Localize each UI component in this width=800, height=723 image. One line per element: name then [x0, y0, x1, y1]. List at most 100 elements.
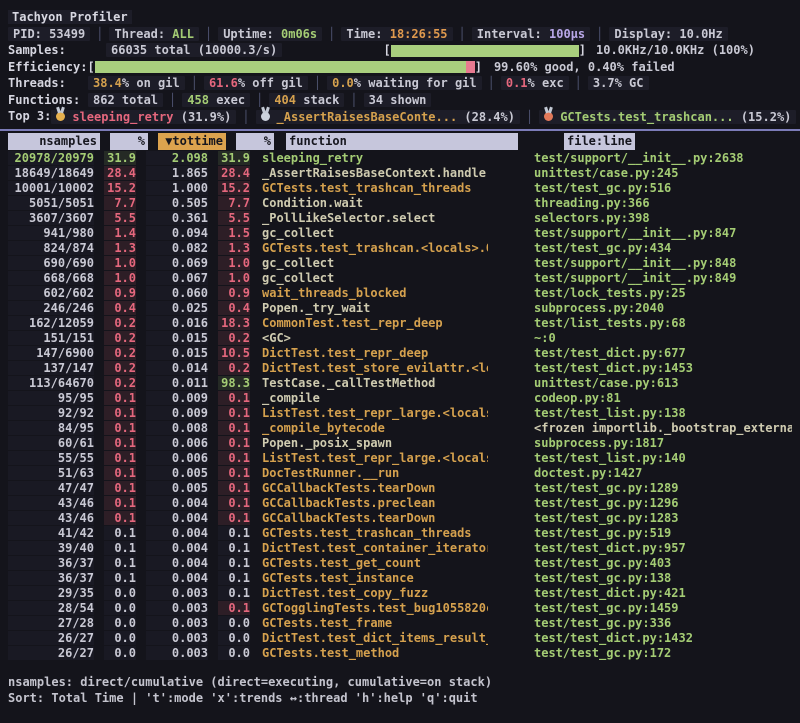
pct-cumulative-cell: 0.2 [218, 361, 250, 375]
table-row[interactable]: 602/6020.90.0600.9wait_threads_blockedte… [8, 286, 792, 301]
table-row[interactable]: 5051/50517.70.5057.7Condition.waitthread… [8, 196, 792, 211]
nsamples-cell: 55/55 [8, 451, 94, 465]
table-row[interactable]: 246/2460.40.0250.4Popen._try_waitsubproc… [8, 301, 792, 316]
nsamples-cell: 92/92 [8, 406, 94, 420]
tottime-cell: 0.006 [146, 436, 208, 450]
table-row[interactable]: 39/400.10.0040.1DictTest.test_container_… [8, 541, 792, 556]
table-row[interactable]: 41/420.10.0040.1GCTests.test_trashcan_th… [8, 526, 792, 541]
thread-stat-2: 0.0% waiting for gil [327, 76, 482, 90]
table-row[interactable]: 941/9801.40.0941.5gc_collecttest/support… [8, 226, 792, 241]
function-cell: DictTest.test_container_iterator [262, 541, 488, 555]
file-line-cell: test/test_gc.py:1289 [534, 481, 792, 495]
top3-items: sleeping_retry (31.9%)│_AssertRaisesBase… [51, 109, 796, 124]
pct-cumulative-cell: 10.5 [218, 346, 250, 360]
tottime-cell: 0.014 [146, 361, 208, 375]
silver-medal-icon [261, 112, 270, 121]
tottime-cell: 1.865 [146, 166, 208, 180]
function-stat-0: 862 total [88, 93, 163, 107]
nsamples-cell: 51/63 [8, 466, 94, 480]
nsamples-cell: 36/37 [8, 571, 94, 585]
table-row[interactable]: 29/350.00.0030.1DictTest.test_copy_fuzzt… [8, 586, 792, 601]
file-line-cell: test/test_dict.py:1453 [534, 361, 792, 375]
file-line-cell: selectors.py:398 [534, 211, 792, 225]
table-row[interactable]: 690/6901.00.0691.0gc_collecttest/support… [8, 256, 792, 271]
top3-item-2: _AssertRaisesBaseConte... (28.4%) [256, 110, 520, 124]
pct-cumulative-cell: 15.2 [218, 181, 250, 195]
pct-cumulative-cell: 0.1 [218, 541, 250, 555]
pct-direct-cell: 0.1 [104, 496, 136, 510]
pct-cumulative-cell: 0.1 [218, 436, 250, 450]
pct-cumulative-cell: 0.2 [218, 331, 250, 345]
table-row[interactable]: 47/470.10.0050.1GCCallbackTests.tearDown… [8, 481, 792, 496]
pct-direct-cell: 0.1 [104, 556, 136, 570]
title-line: Tachyon Profiler [8, 9, 792, 26]
table-row[interactable]: 3607/36075.50.3615.5_PollLikeSelector.se… [8, 211, 792, 226]
tottime-cell: 0.004 [146, 511, 208, 525]
efficiency-bar-close-bracket: ] [475, 60, 482, 74]
functions-segments: 862 total│458 exec│404 stack│34 shown [88, 93, 431, 107]
function-cell: ListTest.test_repr_large.<locals>.check [262, 451, 488, 465]
table-row[interactable]: 60/610.10.0060.1Popen._posix_spawnsubpro… [8, 436, 792, 451]
column-header-%[interactable]: % [110, 133, 148, 150]
table-row[interactable]: 18649/1864928.41.86528.4_AssertRaisesBas… [8, 166, 792, 181]
pct-direct-cell: 28.4 [104, 166, 136, 180]
table-row[interactable]: 55/550.10.0060.1ListTest.test_repr_large… [8, 451, 792, 466]
file-line-cell: test/test_list.py:138 [534, 406, 792, 420]
top3-item-1: sleeping_retry (31.9%) [51, 110, 236, 124]
pct-cumulative-cell: 1.3 [218, 241, 250, 255]
file-line-cell: test/test_dict.py:1432 [534, 631, 792, 645]
table-row[interactable]: 137/1470.20.0140.2DictTest.test_store_ev… [8, 361, 792, 376]
pct-direct-cell: 0.9 [104, 286, 136, 300]
pct-cumulative-cell: 0.1 [218, 556, 250, 570]
table-row[interactable]: 147/69000.20.01510.5DictTest.test_repr_d… [8, 346, 792, 361]
table-row[interactable]: 27/280.00.0030.0GCTests.test_frametest/t… [8, 616, 792, 631]
table-row[interactable]: 26/270.00.0030.0GCTests.test_methodtest/… [8, 646, 792, 661]
table-row[interactable]: 151/1510.20.0150.2<GC>~:0 [8, 331, 792, 346]
tottime-cell: 1.000 [146, 181, 208, 195]
file-line-cell: test/test_gc.py:1459 [534, 601, 792, 615]
table-row[interactable]: 36/370.10.0040.1GCTests.test_instancetes… [8, 571, 792, 586]
table-row[interactable]: 36/370.10.0040.1GCTests.test_get_countte… [8, 556, 792, 571]
column-header-tottime[interactable]: ▼tottime [158, 133, 226, 150]
function-cell: DictTest.test_copy_fuzz [262, 586, 488, 600]
column-header-file-line[interactable]: file:line [564, 133, 792, 150]
table-row[interactable]: 51/630.10.0050.1DocTestRunner.__rundocte… [8, 466, 792, 481]
column-header-nsamples[interactable]: nsamples [8, 133, 100, 150]
column-header-%[interactable]: % [236, 133, 274, 150]
table-row[interactable]: 162/120590.20.01618.3CommonTest.test_rep… [8, 316, 792, 331]
nsamples-cell: 36/37 [8, 556, 94, 570]
pct-direct-cell: 0.2 [104, 376, 136, 390]
table-row[interactable]: 95/950.10.0090.1_compilecodeop.py:81 [8, 391, 792, 406]
table-row[interactable]: 113/646700.20.01198.3TestCase._callTestM… [8, 376, 792, 391]
function-cell: CommonTest.test_repr_deep [262, 316, 488, 330]
thread-stat-1: 61.6% off gil [204, 76, 308, 90]
pct-direct-cell: 5.5 [104, 211, 136, 225]
table-row[interactable]: 84/950.10.0080.1_compile_bytecode<frozen… [8, 421, 792, 436]
nsamples-cell: 95/95 [8, 391, 94, 405]
function-cell: TestCase._callTestMethod [262, 376, 488, 390]
table-row[interactable]: 26/270.00.0030.0DictTest.test_dict_items… [8, 631, 792, 646]
pct-cumulative-cell: 0.1 [218, 586, 250, 600]
table-row[interactable]: 668/6681.00.0671.0gc_collecttest/support… [8, 271, 792, 286]
file-line-cell: codeop.py:81 [534, 391, 792, 405]
pct-cumulative-cell: 0.1 [218, 406, 250, 420]
file-line-cell: ~:0 [534, 331, 792, 345]
column-header-function[interactable]: function [286, 133, 518, 150]
table-row[interactable]: 10001/1000215.21.00015.2GCTests.test_tra… [8, 181, 792, 196]
table-row[interactable]: 20978/2097931.92.09831.9sleeping_retryte… [8, 151, 792, 166]
pct-direct-cell: 0.2 [104, 361, 136, 375]
pct-cumulative-cell: 0.1 [218, 601, 250, 615]
tottime-cell: 0.006 [146, 451, 208, 465]
table-row[interactable]: 28/540.00.0030.1GCTogglingTests.test_bug… [8, 601, 792, 616]
samples-bar-open-bracket: [ [384, 43, 391, 57]
tottime-cell: 0.082 [146, 241, 208, 255]
pct-cumulative-cell: 0.1 [218, 466, 250, 480]
table-row[interactable]: 43/460.10.0040.1GCCallbackTests.preclean… [8, 496, 792, 511]
pct-cumulative-cell: 0.1 [218, 451, 250, 465]
table-row[interactable]: 43/460.10.0040.1GCCallbackTests.tearDown… [8, 511, 792, 526]
table-row[interactable]: 92/920.10.0090.1ListTest.test_repr_large… [8, 406, 792, 421]
functions-label: Functions: [8, 93, 88, 107]
file-line-cell: test/test_list.py:140 [534, 451, 792, 465]
table-row[interactable]: 824/8741.30.0821.3GCTests.test_trashcan.… [8, 241, 792, 256]
pct-cumulative-cell: 0.1 [218, 496, 250, 510]
